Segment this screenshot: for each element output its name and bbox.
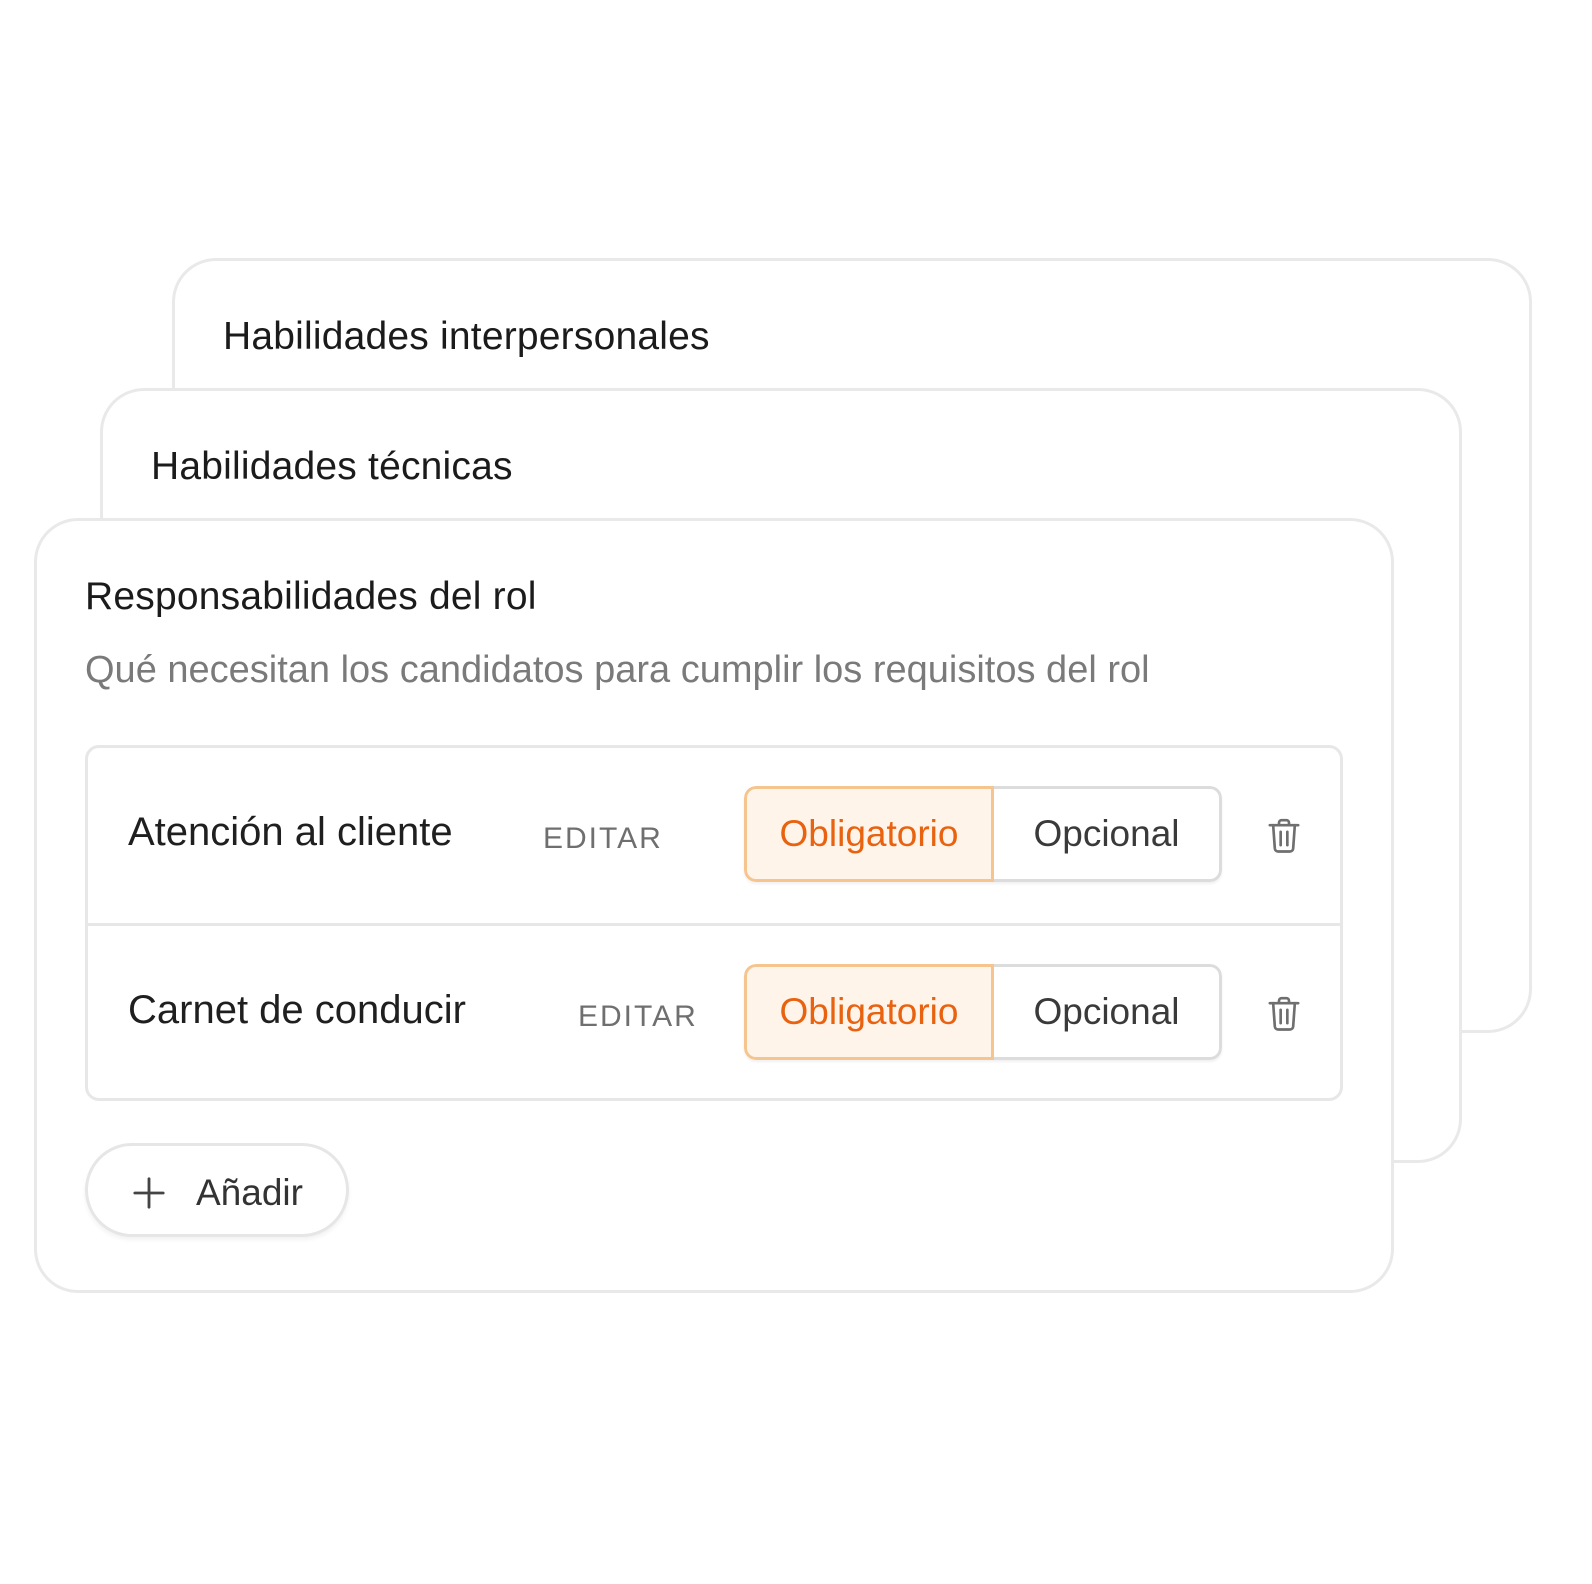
trash-icon[interactable] bbox=[1264, 994, 1304, 1034]
card-title: Responsabilidades del rol bbox=[85, 575, 537, 618]
add-button-label: Añadir bbox=[196, 1172, 303, 1213]
edit-button[interactable]: EDITAR bbox=[543, 822, 663, 856]
list-item: Carnet de conducir EDITAR Obligatorio Op… bbox=[88, 926, 1340, 1102]
responsibilities-card: Responsabilidades del rol Qué necesitan … bbox=[34, 518, 1394, 1293]
requirement-toggle: Obligatorio Opcional bbox=[744, 786, 1222, 882]
item-label: Carnet de conducir bbox=[128, 988, 466, 1032]
plus-icon bbox=[133, 1177, 165, 1209]
option-opcional[interactable]: Opcional bbox=[994, 786, 1222, 882]
list-item: Atención al cliente EDITAR Obligatorio O… bbox=[88, 748, 1340, 926]
card-subtitle: Qué necesitan los candidatos para cumpli… bbox=[85, 649, 1150, 691]
edit-button[interactable]: EDITAR bbox=[578, 1000, 698, 1034]
add-button[interactable]: Añadir bbox=[85, 1143, 349, 1237]
card-title: Habilidades interpersonales bbox=[223, 315, 710, 358]
option-obligatorio[interactable]: Obligatorio bbox=[744, 786, 994, 882]
option-obligatorio[interactable]: Obligatorio bbox=[744, 964, 994, 1060]
card-title: Habilidades técnicas bbox=[151, 445, 513, 488]
requirement-toggle: Obligatorio Opcional bbox=[744, 964, 1222, 1060]
item-label: Atención al cliente bbox=[128, 810, 453, 854]
responsibilities-list: Atención al cliente EDITAR Obligatorio O… bbox=[85, 745, 1343, 1101]
option-opcional[interactable]: Opcional bbox=[994, 964, 1222, 1060]
trash-icon[interactable] bbox=[1264, 816, 1304, 856]
